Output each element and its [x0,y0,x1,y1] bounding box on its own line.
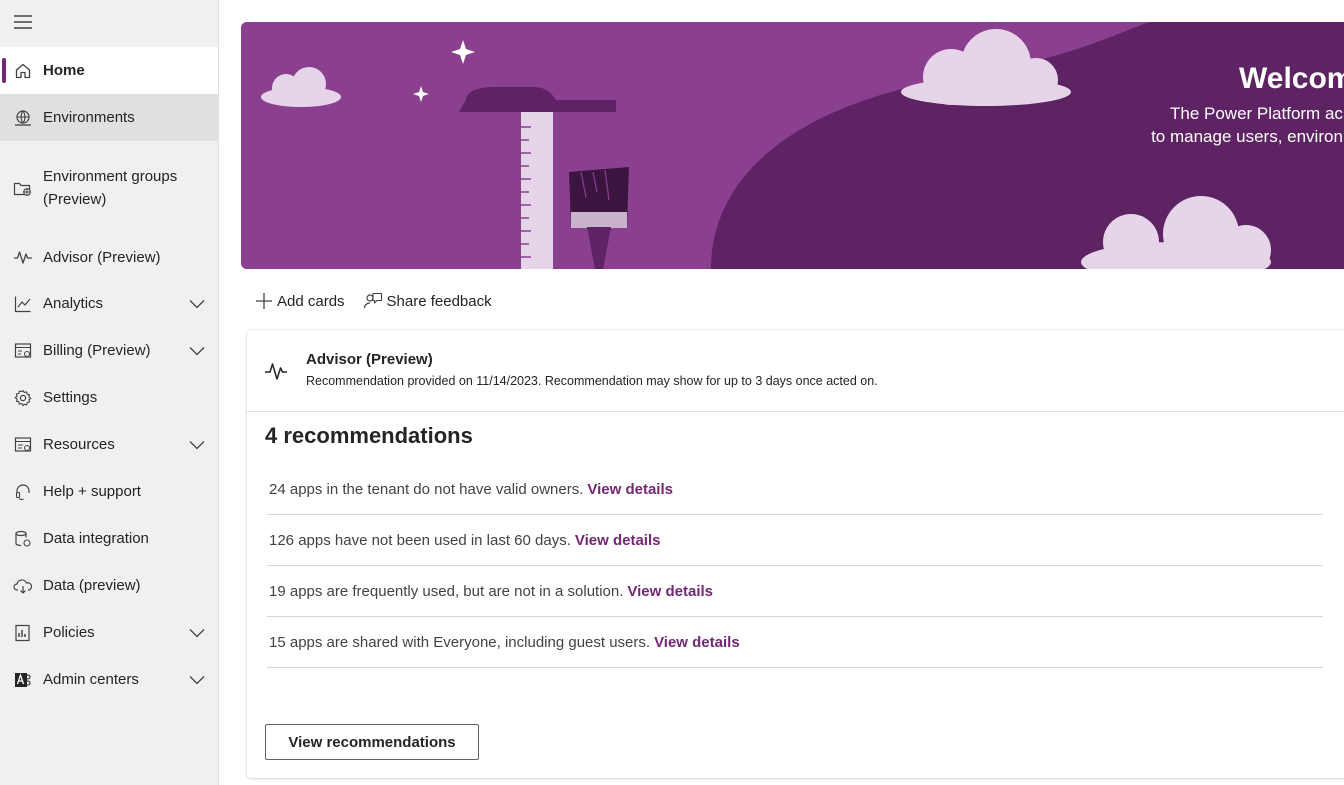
recommendation-item: 126 apps have not been used in last 60 d… [267,515,1323,566]
left-nav: Home Environments Environment groups (Pr… [0,0,219,785]
pulse-icon [265,363,287,380]
nav-label: Advisor (Preview) [43,248,161,266]
cloud-data-icon [13,576,33,596]
nav-item-admin-centers[interactable]: Admin centers [0,656,218,703]
recommendation-text: 126 apps have not been used in last 60 d… [269,531,571,549]
chevron-down-icon[interactable] [189,628,205,638]
nav-label: Environment groups (Preview) [43,167,178,208]
headset-icon [13,482,33,502]
view-details-link[interactable]: View details [627,583,713,600]
home-toolbar: Add cards Share feedback [255,288,510,314]
nav-item-data-integration[interactable]: Data integration [0,515,218,562]
nav-label: Help + support [43,483,141,500]
nav-item-advisor[interactable]: Advisor (Preview) [0,234,218,280]
card-subtitle: Recommendation provided on 11/14/2023. R… [306,374,878,388]
recommendation-text: 15 apps are shared with Everyone, includ… [269,633,651,651]
resources-icon [13,435,33,455]
nav-label: Data (preview) [43,577,141,594]
nav-item-environments[interactable]: Environments [0,94,218,141]
nav-item-settings[interactable]: Settings [0,374,218,421]
recommendation-item: 15 apps are shared with Everyone, includ… [267,617,1323,668]
nav-item-environment-groups[interactable]: Environment groups (Preview) [0,141,218,234]
line-chart-icon [13,294,33,314]
data-integration-icon [13,529,33,549]
welcome-subtitle: The Power Platform ac to manage users, e… [1146,102,1343,148]
nav-item-data-preview[interactable]: Data (preview) [0,562,218,609]
nav-label: Data integration [43,530,149,547]
recommendations-count: 4 recommendations [265,423,473,448]
feedback-icon [363,292,382,309]
view-details-link[interactable]: View details [654,634,740,651]
nav-item-home[interactable]: Home [0,47,218,94]
home-icon [13,61,33,81]
nav-item-policies[interactable]: Policies [0,609,218,656]
nav-item-analytics[interactable]: Analytics [0,280,218,327]
chevron-down-icon[interactable] [189,675,205,685]
hamburger-menu-icon[interactable] [12,12,34,32]
welcome-title: Welcom [1239,62,1344,95]
card-header: Advisor (Preview) Recommendation provide… [247,330,1344,412]
add-cards-label: Add cards [277,292,345,310]
recommendation-text: 19 apps are frequently used, but are not… [269,582,624,600]
plus-icon [256,293,272,309]
billing-icon [13,341,33,361]
add-cards-button[interactable]: Add cards [255,292,345,310]
folder-globe-icon [13,179,33,199]
share-feedback-label: Share feedback [386,292,492,310]
globe-icon [13,108,33,128]
nav-label: Admin centers [43,671,139,688]
welcome-banner: Welcom The Power Platform ac to manage u… [241,22,1344,269]
card-title: Advisor (Preview) [306,351,433,368]
policies-icon [13,623,33,643]
view-recommendations-button[interactable]: View recommendations [265,724,479,760]
advisor-card: Advisor (Preview) Recommendation provide… [247,330,1344,778]
nav-label: Resources [43,436,115,453]
nav-label: Settings [43,389,98,406]
nav-item-help-support[interactable]: Help + support [0,468,218,515]
recommendations-list: 24 apps in the tenant do not have valid … [267,465,1323,668]
nav-label: Analytics [43,295,104,312]
nav-label: Home [43,62,85,79]
recommendation-text: 24 apps in the tenant do not have valid … [269,481,584,498]
pulse-icon [13,247,33,267]
nav-label: Billing (Preview) [43,342,151,359]
nav-list: Home Environments Environment groups (Pr… [0,47,218,703]
chevron-down-icon[interactable] [189,299,205,309]
gear-icon [13,388,33,408]
admin-centers-icon [13,670,33,690]
chevron-down-icon[interactable] [189,440,205,450]
welcome-subtitle-line: to manage users, environ [1151,127,1343,146]
view-details-link[interactable]: View details [587,481,673,498]
share-feedback-button[interactable]: Share feedback [363,292,492,310]
view-details-link[interactable]: View details [575,532,661,549]
chevron-down-icon[interactable] [189,346,205,356]
nav-item-resources[interactable]: Resources [0,421,218,468]
nav-label: Environments [43,109,135,126]
recommendation-item: 24 apps in the tenant do not have valid … [267,465,1323,515]
recommendation-item: 19 apps are frequently used, but are not… [267,566,1323,617]
nav-item-billing[interactable]: Billing (Preview) [0,327,218,374]
welcome-subtitle-line: The Power Platform ac [1170,104,1343,123]
nav-label: Policies [43,624,95,641]
